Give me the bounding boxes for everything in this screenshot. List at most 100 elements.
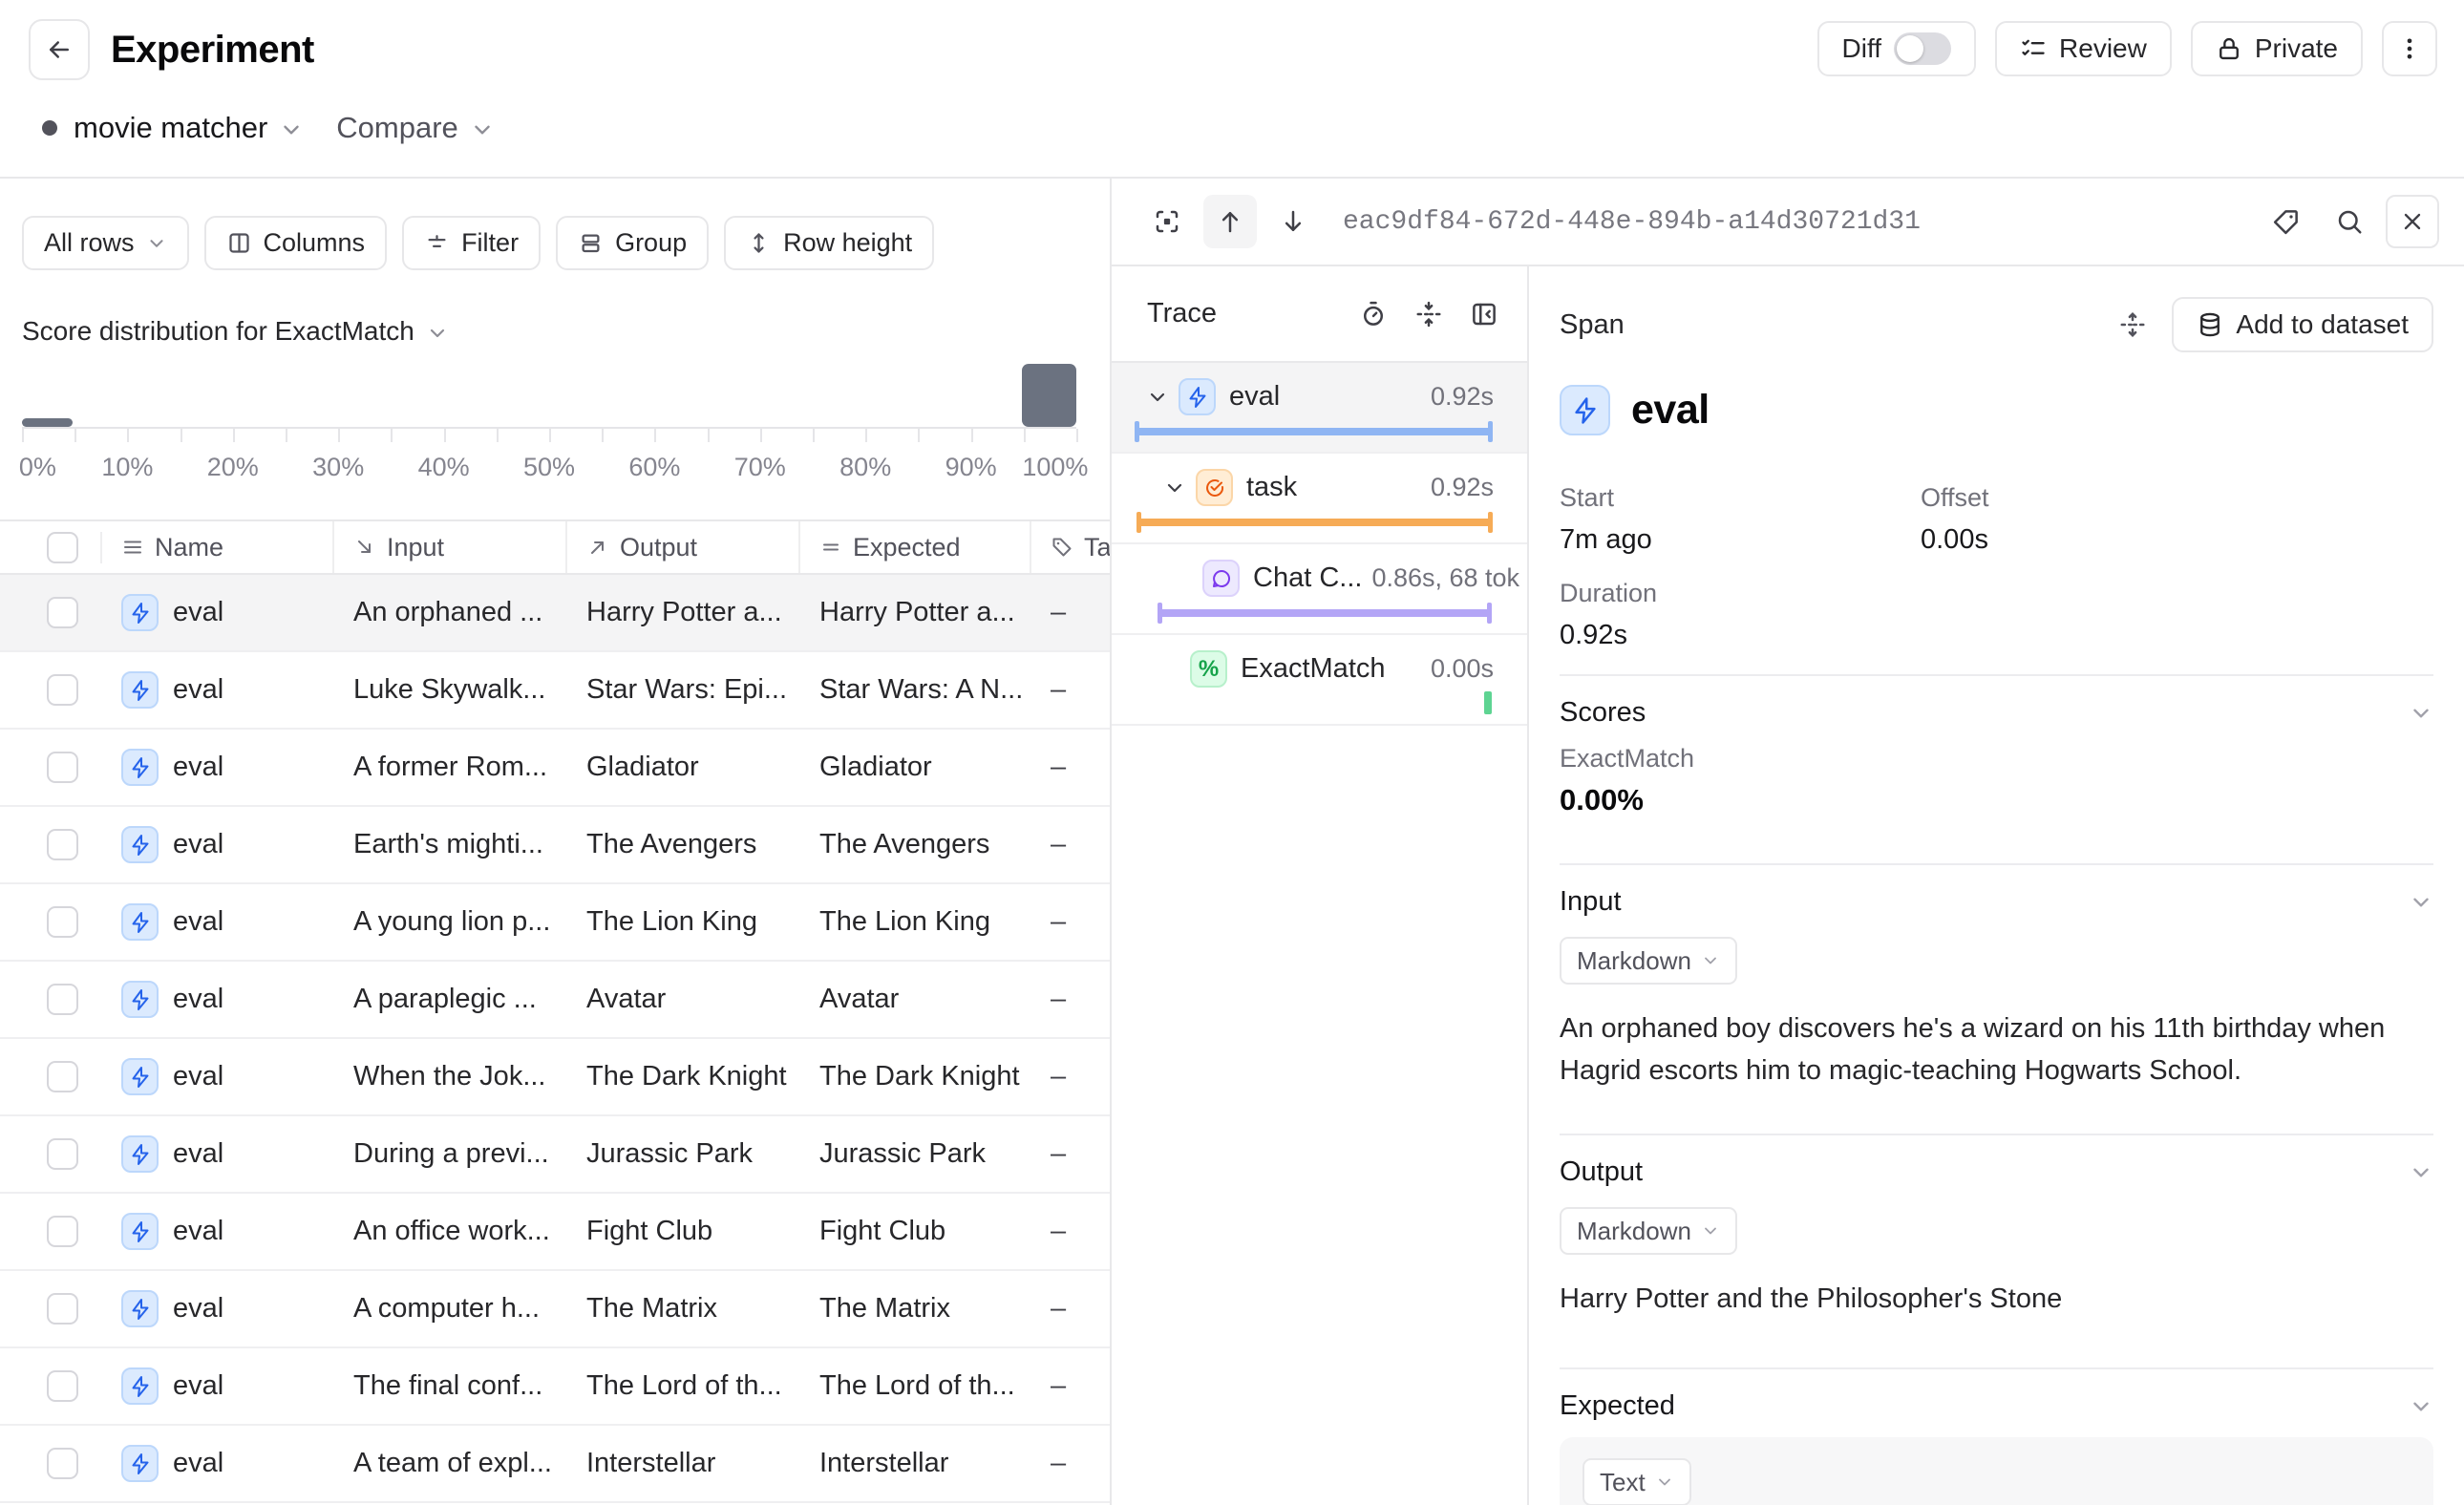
chevron-down-icon[interactable]: [2409, 701, 2433, 726]
axis-tick-label: 10%: [101, 453, 153, 482]
table-row[interactable]: eval A former Rom... Gladiator Gladiator…: [0, 730, 1110, 807]
span-detail: Span Add to dataset: [1529, 266, 2464, 1505]
table-row[interactable]: eval An orphaned ... Harry Potter a... H…: [0, 575, 1110, 652]
panel-collapse-icon[interactable]: [1470, 300, 1498, 329]
chevron-down-icon[interactable]: [2409, 1160, 2433, 1185]
table-row[interactable]: eval Luke Skywalk... Star Wars: Epi... S…: [0, 652, 1110, 730]
column-header-input[interactable]: Input: [334, 521, 567, 573]
eval-icon: [121, 1213, 159, 1250]
all-rows-filter-button[interactable]: All rows: [22, 216, 189, 270]
back-button[interactable]: [29, 19, 90, 80]
column-header-name[interactable]: Name: [102, 521, 334, 573]
row-output: Gladiator: [567, 752, 800, 783]
row-checkbox[interactable]: [47, 984, 78, 1015]
search-button[interactable]: [2323, 195, 2376, 248]
row-checkbox[interactable]: [47, 1216, 78, 1247]
row-height-button[interactable]: Row height: [724, 216, 934, 270]
private-button[interactable]: Private: [2191, 21, 2363, 76]
select-all-checkbox[interactable]: [47, 532, 78, 563]
unfold-vertical-icon[interactable]: [2118, 310, 2147, 339]
offset-field: Offset 0.00s: [1921, 483, 2433, 556]
chevron-down-icon[interactable]: [2409, 890, 2433, 915]
row-checkbox[interactable]: [47, 597, 78, 628]
row-expected: Harry Potter a...: [800, 597, 1031, 628]
experiment-selector[interactable]: movie matcher: [74, 111, 267, 145]
column-header-tags[interactable]: Tags: [1031, 521, 1110, 573]
table-row[interactable]: eval A computer h... The Matrix The Matr…: [0, 1271, 1110, 1348]
input-format-selector[interactable]: Markdown: [1560, 937, 1737, 985]
eval-icon: [121, 1445, 159, 1482]
row-name: eval: [173, 906, 223, 938]
trace-node-name: ExactMatch: [1241, 653, 1386, 685]
span-metadata: Start 7m ago Offset 0.00s Duration 0.92s: [1560, 483, 2433, 651]
compare-selector[interactable]: Compare: [336, 111, 458, 145]
trace-tree-row[interactable]: % eval 0.92s: [1112, 363, 1527, 454]
score-distribution-selector[interactable]: Score distribution for ExactMatch: [22, 316, 1110, 347]
row-tags: –: [1031, 1061, 1110, 1092]
columns-button[interactable]: Columns: [204, 216, 388, 270]
column-header-expected[interactable]: Expected: [800, 521, 1031, 573]
row-name: eval: [173, 1061, 223, 1092]
row-expected: Interstellar: [800, 1448, 1031, 1479]
table-row[interactable]: eval A team of expl... Interstellar Inte…: [0, 1426, 1110, 1503]
table-row[interactable]: eval A young lion p... The Lion King The…: [0, 884, 1110, 962]
next-row-button[interactable]: [1266, 195, 1320, 248]
fold-vertical-icon[interactable]: [1414, 300, 1443, 329]
group-button[interactable]: Group: [556, 216, 709, 270]
database-icon: [2197, 311, 2223, 338]
trace-tree-row[interactable]: % task 0.92s: [1112, 454, 1527, 544]
output-section: Output Markdown Harry Potter and the Phi…: [1560, 1134, 2433, 1354]
chevron-down-icon[interactable]: [1146, 386, 1169, 409]
eval-icon: [121, 1290, 159, 1327]
row-checkbox[interactable]: [47, 752, 78, 783]
trace-node-duration: 0.86s, 68 tok: [1362, 563, 1519, 593]
review-button[interactable]: Review: [1995, 21, 2172, 76]
table-row[interactable]: eval A paraplegic ... Avatar Avatar –: [0, 962, 1110, 1039]
chevron-down-icon[interactable]: [470, 117, 495, 142]
histogram-bar: [1022, 364, 1076, 427]
span-panel-label: Span: [1560, 309, 1625, 341]
span-title: eval: [1560, 385, 2433, 435]
row-checkbox[interactable]: [47, 1293, 78, 1325]
table-row[interactable]: eval When the Jok... The Dark Knight The…: [0, 1039, 1110, 1116]
table-row[interactable]: eval Earth's mighti... The Avengers The …: [0, 807, 1110, 884]
row-checkbox[interactable]: [47, 674, 78, 706]
row-checkbox[interactable]: [47, 829, 78, 860]
more-menu-button[interactable]: [2382, 21, 2437, 76]
columns-icon: [226, 230, 252, 256]
output-format-selector[interactable]: Markdown: [1560, 1207, 1737, 1255]
close-panel-button[interactable]: [2386, 195, 2439, 248]
trace-timeline: [1112, 693, 1527, 714]
row-checkbox[interactable]: [47, 1138, 78, 1170]
column-header-output[interactable]: Output: [567, 521, 800, 573]
row-checkbox[interactable]: [47, 1448, 78, 1479]
filter-button[interactable]: Filter: [402, 216, 541, 270]
expected-format-selector[interactable]: Text: [1582, 1458, 1691, 1505]
tag-button[interactable]: [2260, 195, 2313, 248]
row-checkbox[interactable]: [47, 906, 78, 938]
row-input: When the Jok...: [334, 1061, 567, 1092]
expand-fullscreen-button[interactable]: [1140, 195, 1194, 248]
table-row[interactable]: eval The final conf... The Lord of th...…: [0, 1348, 1110, 1426]
row-input: An orphaned ...: [334, 597, 567, 628]
table-row[interactable]: eval During a previ... Jurassic Park Jur…: [0, 1116, 1110, 1194]
diff-toggle-group[interactable]: Diff: [1817, 21, 1977, 76]
row-output: Interstellar: [567, 1448, 800, 1479]
diff-toggle[interactable]: [1894, 32, 1951, 65]
table-row[interactable]: eval An office work... Fight Club Fight …: [0, 1194, 1110, 1271]
score-label: ExactMatch: [1560, 744, 2433, 774]
row-checkbox[interactable]: [47, 1061, 78, 1092]
trace-tree-row[interactable]: % Chat C... 0.86s, 68 tok: [1112, 544, 1527, 635]
row-checkbox[interactable]: [47, 1370, 78, 1402]
add-to-dataset-button[interactable]: Add to dataset: [2172, 297, 2433, 352]
row-expected: Fight Club: [800, 1216, 1031, 1247]
previous-row-button[interactable]: [1203, 195, 1257, 248]
trace-timeline: [1112, 421, 1527, 442]
expected-code-block: Text 1 Harry Potter and the Sorcerer's S…: [1560, 1437, 2433, 1505]
trace-tree-row[interactable]: % ExactMatch 0.00s: [1112, 635, 1527, 726]
chevron-down-icon[interactable]: [1163, 477, 1186, 499]
chevron-down-icon[interactable]: [279, 117, 304, 142]
timer-icon[interactable]: [1359, 300, 1388, 329]
chevron-down-icon[interactable]: [2409, 1394, 2433, 1419]
row-tags: –: [1031, 829, 1110, 860]
